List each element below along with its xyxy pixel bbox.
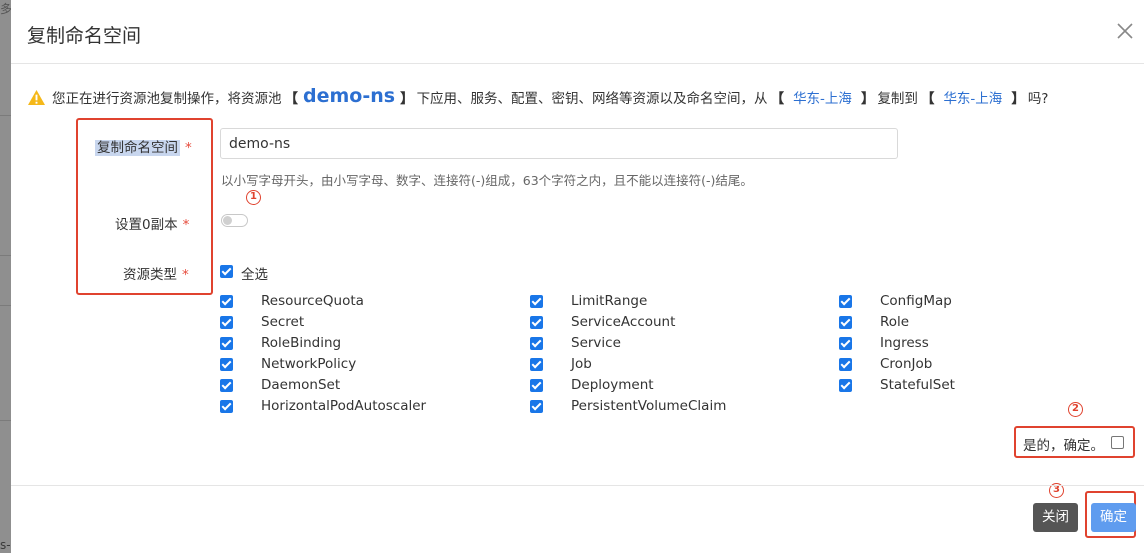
resource-label: Service: [571, 335, 621, 351]
resource-checkbox[interactable]: [220, 295, 233, 308]
resource-label: Job: [571, 356, 592, 372]
confirm-checkbox[interactable]: [1111, 436, 1124, 449]
resource-checkbox[interactable]: [530, 379, 543, 392]
resource-checkbox[interactable]: [530, 337, 543, 350]
warning-prefix: 您正在进行资源池复制操作，将资源池: [52, 91, 282, 107]
resource-label: Role: [880, 314, 910, 330]
resource-checkbox[interactable]: [839, 337, 852, 350]
resource-checkbox[interactable]: [530, 400, 543, 413]
resource-checkbox[interactable]: [530, 358, 543, 371]
resource-label: NetworkPolicy: [261, 356, 357, 372]
resource-checkbox[interactable]: [220, 316, 233, 329]
resource-label: ResourceQuota: [261, 293, 364, 309]
confirm-label: 是的，确定。: [1023, 438, 1104, 454]
resource-type-label: 资源类型 *: [123, 263, 189, 283]
bracket-close: 】: [1011, 91, 1025, 107]
select-all-checkbox[interactable]: [220, 265, 233, 278]
namespace-label-text: 复制命名空间: [95, 140, 180, 156]
resource-label: Deployment: [571, 377, 654, 393]
target-region: 华东-上海: [943, 91, 1003, 107]
resource-label: Secret: [261, 314, 305, 330]
zero-replicas-toggle[interactable]: [221, 214, 248, 227]
ok-button[interactable]: 确定: [1091, 503, 1136, 532]
resource-checkbox[interactable]: [220, 379, 233, 392]
bracket-open: 【: [770, 91, 785, 107]
required-mark: *: [185, 140, 192, 156]
footer-divider: [11, 485, 1144, 486]
resource-checkbox[interactable]: [530, 316, 543, 329]
warning-namespace: demo-ns: [303, 85, 396, 107]
resource-label: DaemonSet: [261, 377, 341, 393]
warning-suffix: 吗?: [1027, 91, 1049, 107]
resource-checkbox[interactable]: [220, 337, 233, 350]
resource-type-label-text: 资源类型: [123, 267, 177, 283]
dialog-header: 复制命名空间: [11, 0, 1144, 64]
resource-checkbox[interactable]: [530, 295, 543, 308]
resource-label: Ingress: [880, 335, 929, 351]
annotation-badge-1: 1: [246, 190, 261, 205]
resource-label: PersistentVolumeClaim: [571, 398, 727, 414]
bracket-open: 【: [920, 91, 935, 107]
resource-checkbox[interactable]: [220, 400, 233, 413]
resource-checkbox[interactable]: [839, 295, 852, 308]
resource-label: CronJob: [880, 356, 933, 372]
close-icon[interactable]: [1116, 22, 1134, 40]
replicas-label: 设置0副本 *: [115, 213, 189, 233]
warning-icon: [28, 89, 45, 105]
replicas-label-text: 设置0副本: [115, 217, 178, 233]
resource-label: RoleBinding: [261, 335, 342, 351]
required-mark: *: [182, 217, 190, 233]
resource-label: HorizontalPodAutoscaler: [261, 398, 427, 414]
required-mark: *: [182, 267, 189, 283]
namespace-hint: 以小写字母开头，由小写字母、数字、连接符(-)组成，63个字符之内，且不能以连接…: [221, 173, 753, 188]
resource-label: StatefulSet: [880, 377, 955, 393]
bracket-open: 【: [284, 91, 299, 107]
resource-label: ServiceAccount: [571, 314, 676, 330]
bracket-close: 】: [400, 91, 414, 107]
warning-middle: 下应用、服务、配置、密钥、网络等资源以及命名空间，从: [416, 91, 768, 107]
warning-copy-to: 复制到: [877, 91, 918, 107]
select-all-label: 全选: [241, 267, 268, 283]
toggle-knob: [223, 216, 232, 225]
resource-checkbox[interactable]: [839, 379, 852, 392]
namespace-label: 复制命名空间 *: [95, 136, 192, 156]
resource-checkbox[interactable]: [839, 316, 852, 329]
bracket-close: 】: [860, 91, 875, 107]
close-button[interactable]: 关闭: [1033, 503, 1078, 532]
resource-label: LimitRange: [571, 293, 648, 309]
copy-namespace-dialog: 复制命名空间 您正在进行资源池复制操作，将资源池 【 demo-ns 】 下应用…: [11, 0, 1144, 553]
warning-message: 您正在进行资源池复制操作，将资源池 【 demo-ns 】 下应用、服务、配置、…: [27, 85, 1049, 108]
source-region: 华东-上海: [793, 91, 852, 107]
resource-checkbox[interactable]: [839, 358, 852, 371]
resource-checkbox[interactable]: [220, 358, 233, 371]
annotation-badge-2: 2: [1068, 402, 1083, 417]
namespace-input[interactable]: [220, 128, 898, 159]
resource-label: ConfigMap: [880, 293, 952, 309]
dialog-title: 复制命名空间: [27, 25, 142, 47]
